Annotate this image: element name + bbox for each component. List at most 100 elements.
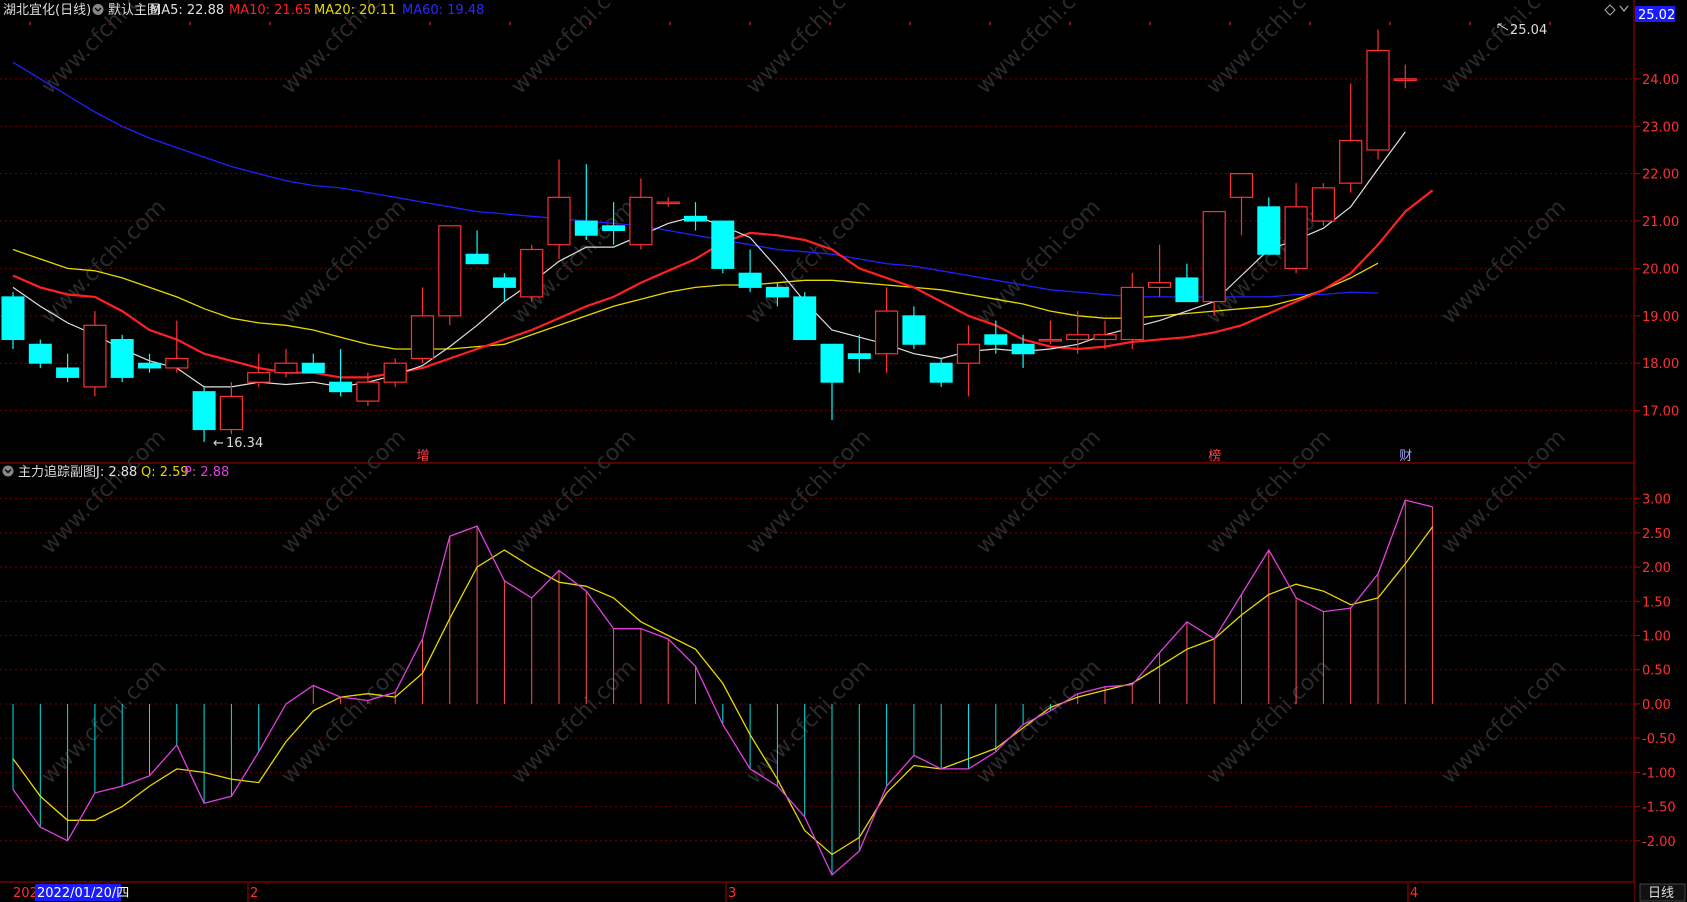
bottom-bar: 202 2022/01/20/四 2 3 4 日线 (0, 883, 1686, 902)
sub-settings-icon[interactable] (2, 465, 14, 477)
candle-body (793, 296, 817, 341)
candle-body (274, 362, 298, 374)
candle-body (984, 334, 1008, 345)
candle-body (247, 372, 271, 383)
ma20-label: MA20: 20.11 (314, 3, 396, 18)
candle-body (110, 339, 134, 378)
high-price-label: 25.04 (1510, 23, 1547, 38)
candle-body (1, 296, 25, 341)
candle (711, 220, 735, 274)
candle-body (329, 381, 353, 393)
candle-body (219, 395, 243, 431)
price-tick-label: 21.00 (1642, 215, 1679, 230)
candle-body (301, 362, 325, 374)
candle (28, 339, 52, 368)
bottom-bar-bg (0, 883, 1634, 902)
candle-body (1284, 206, 1308, 270)
candle-body (956, 343, 981, 364)
candle-body (820, 343, 844, 383)
indicator-tick-label: -1.00 (1642, 766, 1676, 781)
event-marker[interactable]: 财 (1399, 449, 1412, 464)
candle (438, 225, 462, 326)
candle-body (1120, 286, 1144, 341)
candle-body (192, 391, 216, 431)
candle-body (929, 362, 953, 383)
period-button[interactable]: 日线 (1648, 886, 1674, 901)
candle-body (410, 315, 435, 360)
candle-body (1229, 173, 1254, 198)
indicator-tick-label: 0.50 (1642, 664, 1671, 679)
candle-body (1066, 334, 1090, 341)
candle-body (1038, 338, 1063, 342)
low-arrow: ← (213, 436, 224, 451)
candle-body (165, 357, 189, 369)
ma10-label: MA10: 21.65 (229, 3, 311, 18)
event-marker[interactable]: 榜 (1208, 448, 1221, 464)
sub-chart-title[interactable]: 主力追踪副图 (18, 464, 96, 480)
candle (520, 244, 544, 302)
stock-chart[interactable]: www.cfchi.com www.cfchi.com www.cfchi.com w… (0, 0, 1687, 902)
candle-body (1257, 206, 1281, 255)
candle-body (711, 220, 735, 269)
candle-body (656, 201, 680, 205)
candle-body (684, 215, 707, 222)
candle-body (1202, 210, 1226, 303)
low-price-label: 16.34 (226, 436, 263, 451)
candle (1202, 210, 1226, 316)
candle-body (1393, 78, 1417, 81)
candle-body (1147, 282, 1172, 288)
candle-body (602, 225, 626, 232)
current-date: 2022/01/20/四 (37, 886, 129, 901)
price-tick-label: 19.00 (1642, 310, 1679, 325)
candle-body (874, 310, 899, 355)
candle (1311, 183, 1336, 226)
indicator-tick-label: 3.00 (1642, 493, 1671, 508)
price-tick-label: 24.00 (1642, 73, 1679, 88)
indicator-tick-label: 2.50 (1642, 527, 1671, 542)
candle-body (902, 315, 926, 345)
candle-body (847, 353, 871, 359)
stock-name[interactable]: 湖北宜化(日线) (3, 3, 91, 18)
price-tick-label: 22.00 (1642, 168, 1679, 183)
month-2: 2 (250, 886, 258, 901)
candle (793, 292, 817, 341)
candle-body (520, 248, 544, 298)
candle-body (465, 253, 489, 265)
candle (110, 334, 134, 383)
date-prefix: 202 (13, 886, 38, 901)
candle-body (438, 225, 462, 317)
candle-body (574, 220, 598, 236)
settings-dropdown-icon[interactable] (92, 4, 104, 15)
price-tick-label: 18.00 (1642, 357, 1679, 372)
candle-body (1366, 49, 1390, 151)
price-tick-label: 20.00 (1642, 262, 1679, 277)
price-tick-label: 17.00 (1642, 405, 1679, 420)
indicator-tick-label: -1.50 (1642, 801, 1676, 816)
price-tick-label: 23.00 (1642, 120, 1679, 135)
candle-body (1339, 139, 1363, 184)
candle-body (765, 286, 789, 298)
month-3: 3 (728, 886, 736, 901)
candle-body (1011, 343, 1035, 355)
ma5-label: MA5: 22.88 (150, 3, 224, 18)
candle-body (356, 381, 380, 402)
q-label: Q: 2.59 (141, 465, 189, 480)
candle-body (1093, 334, 1117, 341)
candle-body (28, 343, 52, 364)
indicator-tick-label: -0.50 (1642, 732, 1676, 747)
candle-body (492, 277, 516, 288)
candle-body (56, 367, 80, 378)
event-marker[interactable]: 增 (417, 449, 430, 464)
candle (383, 358, 407, 387)
candle-body (138, 362, 161, 369)
month-4: 4 (1410, 886, 1418, 901)
candle-body (383, 362, 407, 383)
indicator-tick-label: -2.00 (1642, 835, 1676, 850)
candle-body (738, 272, 762, 288)
candle-body (1311, 187, 1336, 222)
j-label: J: 2.88 (95, 465, 137, 480)
indicator-tick-label: 0.00 (1642, 698, 1671, 713)
candle-body (547, 196, 571, 246)
indicator-tick-label: 1.00 (1642, 630, 1671, 645)
candle-body (1175, 277, 1199, 303)
